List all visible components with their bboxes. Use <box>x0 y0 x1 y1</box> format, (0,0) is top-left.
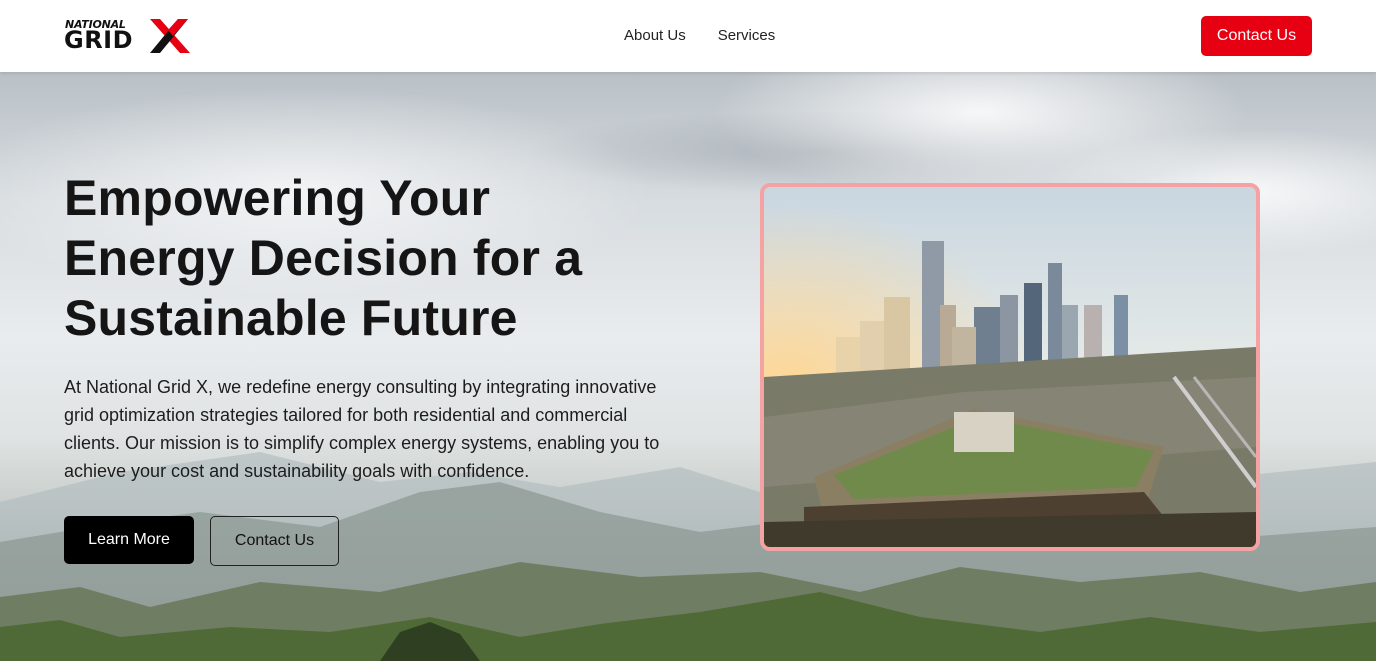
nav-contact-us-button[interactable]: Contact Us <box>1201 16 1312 56</box>
headline-line-3: Sustainable Future <box>64 290 518 346</box>
top-navbar: NATIONAL GRID About Us Services Contact … <box>0 0 1376 72</box>
main-nav-links: About Us Services <box>624 27 775 44</box>
hero-contact-us-button[interactable]: Contact Us <box>210 516 339 566</box>
logo-text-grid: GRID <box>64 26 134 54</box>
hero-description: At National Grid X, we redefine energy c… <box>64 377 660 481</box>
learn-more-button[interactable]: Learn More <box>64 516 194 564</box>
logo-x-mark-icon <box>150 19 190 53</box>
city-skyline-illustration <box>764 187 1256 547</box>
national-grid-x-logo[interactable]: NATIONAL GRID <box>64 17 194 55</box>
hero-city-image <box>760 183 1260 551</box>
nav-link-services[interactable]: Services <box>718 27 776 44</box>
nav-link-about-us[interactable]: About Us <box>624 27 686 44</box>
hero-headline: Empowering Your Energy Decision for a Su… <box>64 168 664 348</box>
headline-line-2: Energy Decision for a <box>64 230 583 286</box>
headline-line-1: Empowering Your <box>64 170 491 226</box>
hero-section <box>0 72 1376 661</box>
